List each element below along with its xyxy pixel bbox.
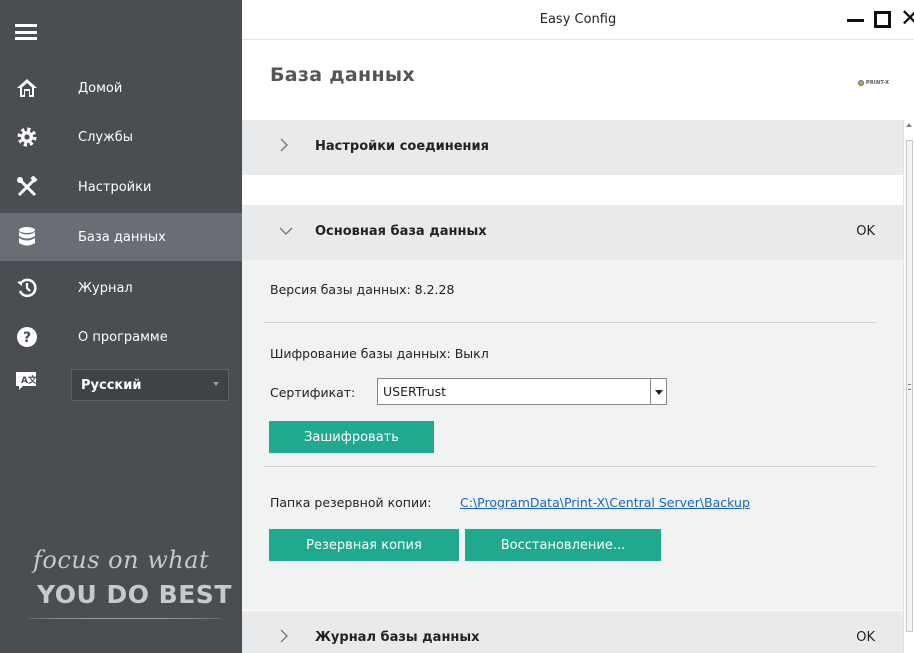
close-button[interactable]: ✕ — [900, 6, 914, 30]
svg-text:?: ? — [23, 330, 31, 346]
home-icon — [16, 77, 38, 99]
chevron-down-icon — [279, 225, 293, 235]
scrollbar-thumb[interactable] — [906, 140, 913, 632]
sidebar-item-label: База данных — [78, 229, 166, 245]
dropdown-arrow-icon[interactable] — [650, 379, 666, 404]
sidebar-item-label: Журнал — [78, 280, 133, 296]
language-select[interactable]: Русский — [71, 369, 229, 401]
restore-button[interactable]: Восстановление... — [465, 529, 661, 561]
scrollbar[interactable] — [903, 120, 914, 653]
sidebar-item-home[interactable]: Домой — [0, 64, 242, 112]
chevron-right-icon — [279, 629, 289, 647]
sidebar-item-log[interactable]: Журнал — [0, 264, 242, 312]
brand-logo-icon — [858, 80, 864, 86]
hamburger-menu-icon[interactable] — [15, 24, 37, 40]
scroll-up-icon[interactable] — [906, 123, 912, 127]
language-icon: A文 — [15, 371, 38, 391]
db-version-label: Версия базы данных: 8.2.28 — [270, 282, 455, 297]
status-label: OK — [856, 630, 875, 645]
status-label: OK — [856, 224, 875, 239]
sidebar-item-database[interactable]: База данных — [0, 213, 242, 261]
backup-folder-label: Папка резервной копии: — [270, 495, 432, 510]
backup-folder-link[interactable]: C:\ProgramData\Print-X\Central Server\Ba… — [460, 495, 750, 510]
section-title: Журнал базы данных — [315, 630, 480, 645]
sidebar-item-label: Домой — [78, 80, 123, 96]
section-title: Основная база данных — [315, 224, 487, 239]
slogan-line-1: focus on what — [33, 546, 210, 574]
maximize-button[interactable] — [874, 11, 891, 28]
slogan-line-2: YOU DO BEST — [37, 580, 232, 609]
section-main-db-header[interactable]: Основная база данных OK — [242, 205, 903, 260]
sidebar-item-about[interactable]: ? О программе — [0, 313, 242, 361]
language-select-value: Русский — [81, 377, 142, 393]
brand-logo-text: PRINT-X — [866, 80, 890, 86]
certificate-label: Сертификат: — [270, 385, 356, 400]
chevron-down-icon — [213, 382, 219, 386]
section-db-log-header[interactable]: Журнал базы данных OK — [242, 611, 903, 653]
history-icon — [16, 277, 38, 299]
certificate-select[interactable]: USERTrust — [377, 378, 667, 405]
sidebar-item-settings[interactable]: Настройки — [0, 163, 242, 211]
section-connection-header[interactable]: Настройки соединения — [242, 120, 903, 175]
encryption-status-label: Шифрование базы данных: Выкл — [270, 346, 489, 361]
divider — [264, 466, 876, 467]
minimize-button[interactable] — [847, 19, 864, 22]
sidebar-item-label: Настройки — [78, 179, 152, 195]
sidebar: Домой Службы Настройки База данных Журна… — [0, 0, 242, 653]
title-bar: Easy Config ✕ — [242, 0, 914, 40]
section-title: Настройки соединения — [315, 139, 489, 154]
sidebar-item-label: О программе — [78, 329, 168, 345]
gear-icon — [16, 126, 38, 148]
encrypt-button[interactable]: Зашифровать — [269, 421, 434, 453]
window-title: Easy Config — [539, 12, 617, 27]
database-icon — [16, 226, 38, 248]
divider — [264, 322, 876, 323]
slogan-underline — [28, 618, 222, 619]
help-icon: ? — [16, 326, 38, 348]
certificate-select-value: USERTrust — [383, 384, 447, 399]
svg-text:文: 文 — [27, 374, 37, 386]
sidebar-item-label: Службы — [78, 129, 134, 145]
brand-logo: PRINT-X — [858, 80, 889, 86]
backup-button[interactable]: Резервная копия — [269, 529, 459, 561]
sidebar-item-services[interactable]: Службы — [0, 113, 242, 161]
page-title: База данных — [270, 64, 415, 86]
chevron-right-icon — [279, 138, 289, 156]
svg-text:A: A — [21, 376, 28, 386]
tools-icon — [16, 176, 38, 198]
grip-icon — [908, 384, 911, 390]
